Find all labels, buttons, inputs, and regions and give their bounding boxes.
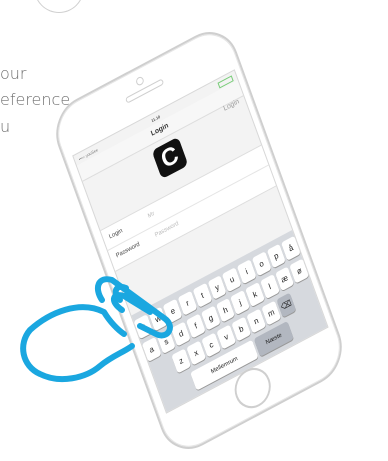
phone-illustration: •••○ youSee 11.10 Login Login C Login Mr… [0,0,388,461]
phone-device: •••○ youSee 11.10 Login Login C Login Mr… [46,19,352,461]
login-field[interactable]: Mr [147,211,155,220]
delete-key-icon: ⌫ [279,298,293,313]
login-label: Login [108,227,124,241]
password-label: Password [115,241,141,260]
logo-letter: C [157,140,183,175]
app-logo: C [151,136,189,180]
password-field[interactable]: Password [154,221,179,239]
